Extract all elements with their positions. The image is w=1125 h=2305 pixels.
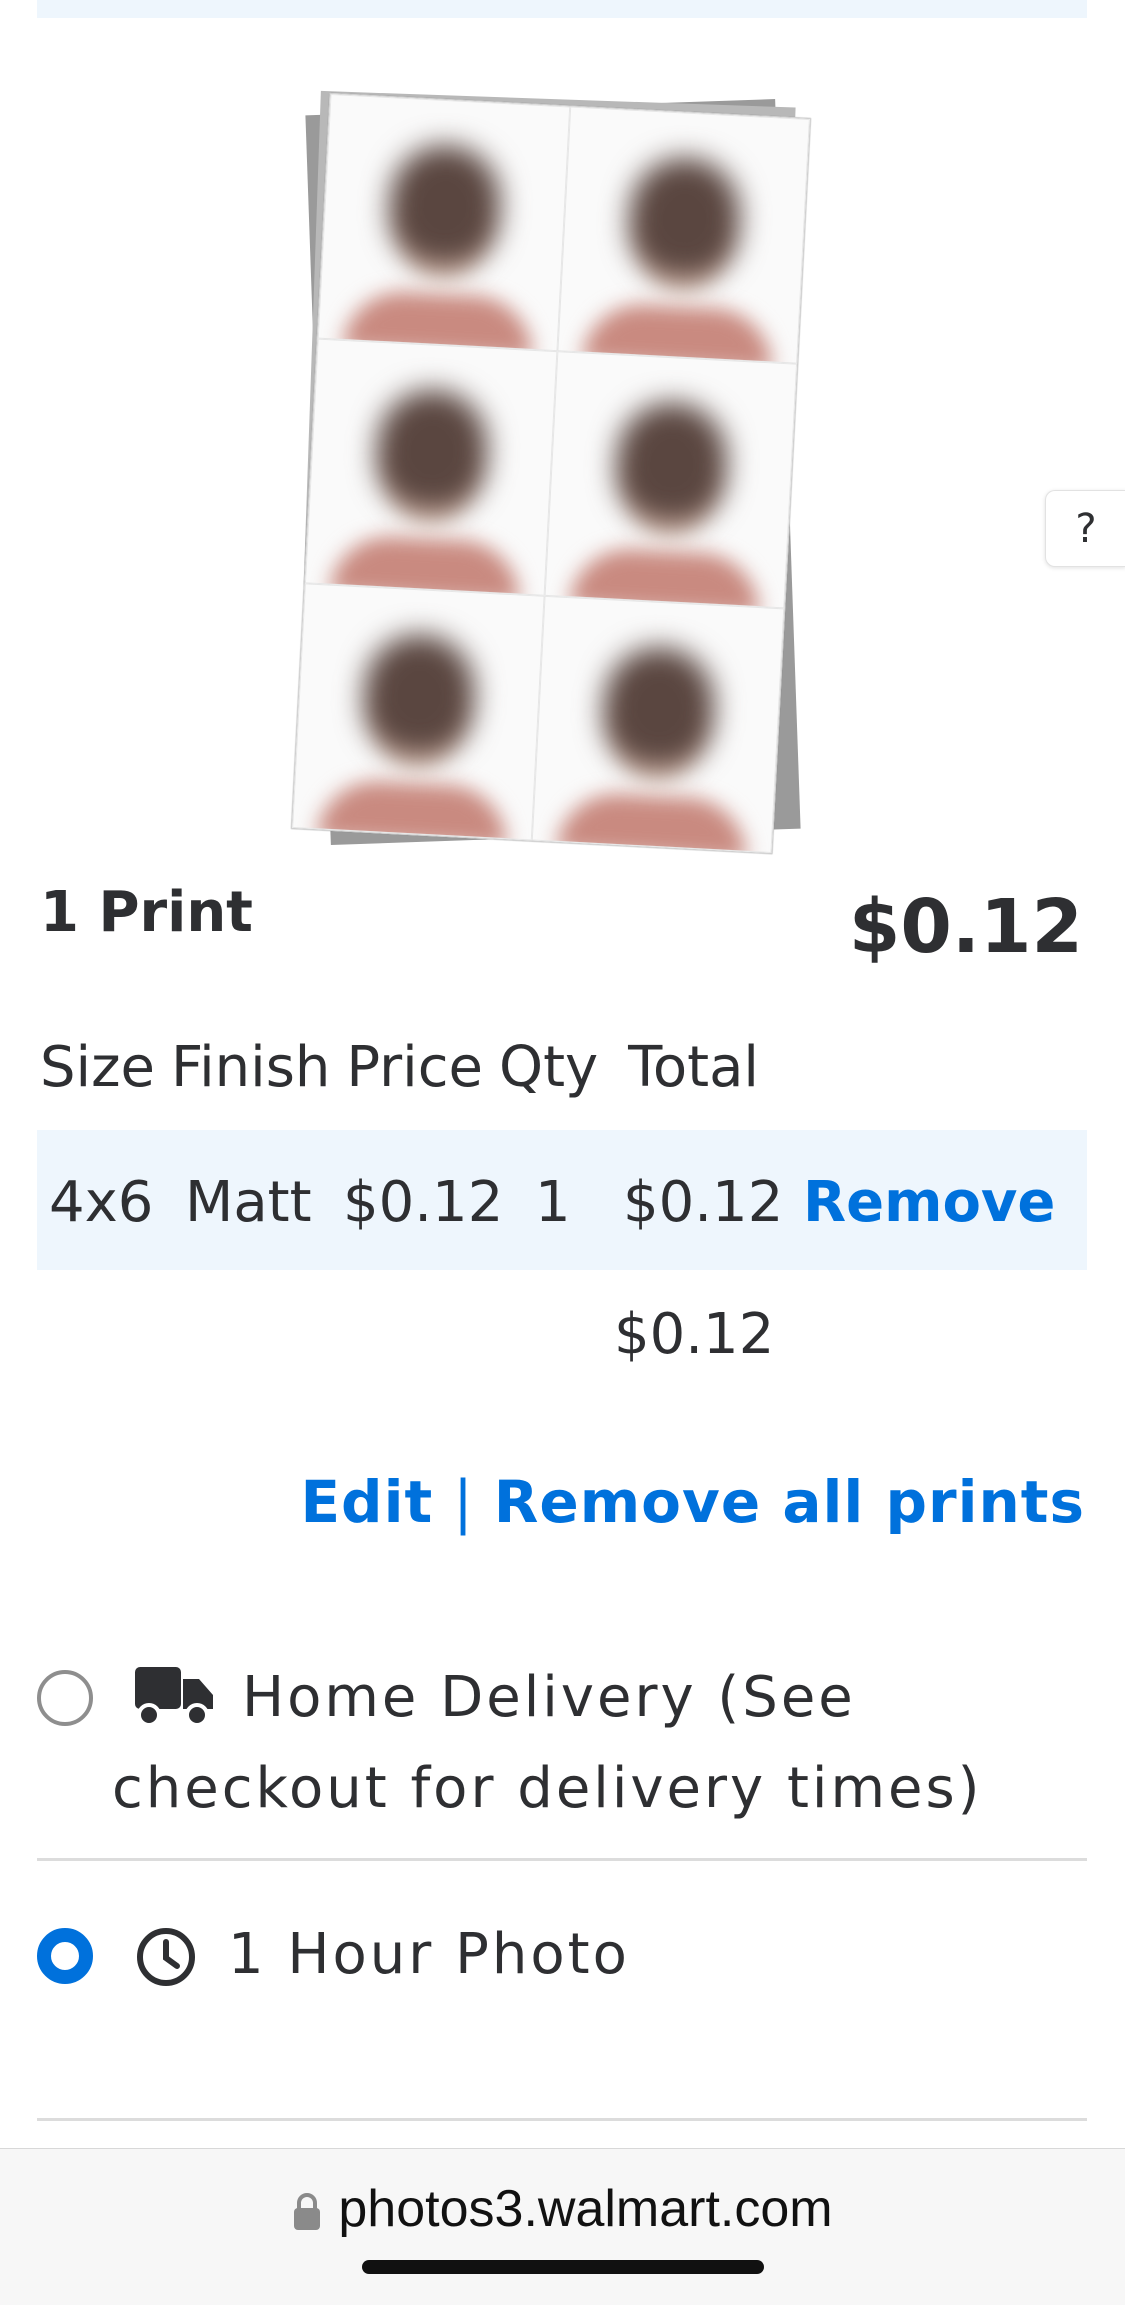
photo-thumbnail: [531, 595, 785, 854]
help-label: ?: [1075, 505, 1097, 552]
cell-qty: 1: [535, 1170, 571, 1235]
cell-total: $0.12: [623, 1170, 784, 1235]
photo-thumbnail: [317, 93, 571, 352]
home-delivery-note: checkout for delivery times): [112, 1756, 983, 1821]
truck-icon: [135, 1667, 213, 1727]
photo-sheet: [291, 92, 811, 855]
photo-thumbnail: [544, 351, 798, 609]
home-delivery-radio[interactable]: [37, 1670, 93, 1726]
separator: |: [453, 1468, 474, 1536]
one-hour-photo-label[interactable]: 1 Hour Photo: [228, 1922, 630, 1987]
print-count: 1 Print: [40, 880, 253, 945]
photo-thumbnail: [304, 338, 558, 596]
edit-link[interactable]: Edit: [300, 1468, 433, 1536]
print-preview[interactable]: [280, 85, 850, 865]
photo-thumbnail: [557, 106, 810, 364]
header-size: Size: [40, 1035, 155, 1100]
top-banner: [37, 0, 1087, 18]
header-qty: Qty: [498, 1035, 599, 1100]
header-finish: Finish: [170, 1035, 331, 1100]
help-button[interactable]: ?: [1045, 490, 1125, 567]
header-total: Total: [628, 1035, 759, 1100]
clock-icon: [137, 1928, 195, 1986]
photo-thumbnail: [292, 583, 545, 841]
remove-all-link[interactable]: Remove all prints: [494, 1468, 1085, 1536]
remove-button[interactable]: Remove: [803, 1170, 1055, 1235]
print-price: $0.12: [848, 884, 1083, 970]
subtotal: $0.12: [614, 1302, 775, 1367]
browser-url-bar[interactable]: photos3.walmart.com: [0, 2148, 1125, 2305]
cell-size: 4x6: [49, 1170, 154, 1235]
cell-finish: Matt: [185, 1170, 312, 1235]
table-row: 4x6 Matt $0.12 1 $0.12 Remove: [37, 1130, 1087, 1270]
lock-icon: [294, 2193, 321, 2231]
one-hour-photo-radio[interactable]: [37, 1928, 93, 1984]
url-text: photos3.walmart.com: [338, 2180, 833, 2238]
divider: [37, 2118, 1087, 2121]
header-price: Price: [346, 1035, 483, 1100]
divider: [37, 1858, 1087, 1861]
table-header: Size Finish Price Qty Total: [40, 1035, 759, 1100]
home-delivery-label[interactable]: Home Delivery (See: [242, 1665, 856, 1730]
home-indicator[interactable]: [362, 2260, 764, 2274]
cell-price: $0.12: [343, 1170, 504, 1235]
print-actions: Edit | Remove all prints: [300, 1468, 1085, 1536]
